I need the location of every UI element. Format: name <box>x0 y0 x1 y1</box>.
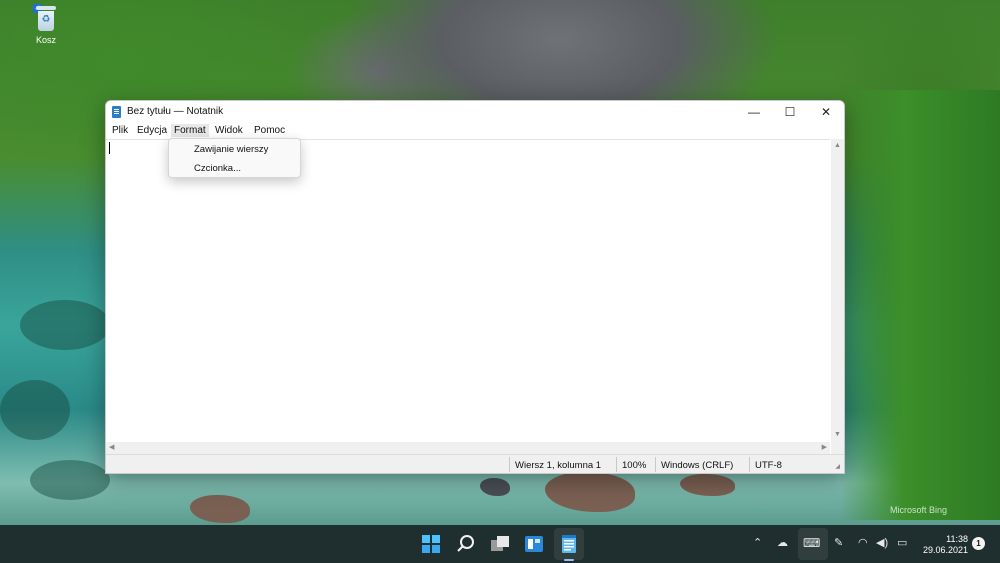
close-button[interactable]: ✕ <box>808 101 844 123</box>
onedrive-icon[interactable]: ☁ <box>777 537 788 549</box>
scroll-up-arrow-icon[interactable]: ▲ <box>834 142 841 150</box>
status-line-endings: Windows (CRLF) <box>661 460 734 471</box>
horizontal-scrollbar[interactable]: ◀ ▶ <box>106 442 830 454</box>
search-icon[interactable] <box>456 534 476 554</box>
notification-badge[interactable]: 1 <box>972 537 985 550</box>
task-view-icon[interactable] <box>490 534 510 554</box>
chevron-up-icon[interactable]: ⌃ <box>753 537 762 549</box>
wallpaper-rock <box>545 472 635 512</box>
menu-widok[interactable]: Widok <box>212 124 246 137</box>
wallpaper-reef <box>20 300 110 350</box>
active-app-indicator <box>564 559 574 561</box>
wallpaper-rock <box>480 478 510 496</box>
status-cursor-position: Wiersz 1, kolumna 1 <box>515 460 602 471</box>
scrollbar-corner <box>831 442 844 454</box>
status-separator <box>616 457 617 472</box>
clock-time: 11:38 <box>946 534 968 544</box>
notepad-icon[interactable] <box>559 534 579 554</box>
desktop-icon-label: Kosz <box>35 35 56 45</box>
volume-icon[interactable]: ◀) <box>876 537 888 549</box>
title-bar[interactable]: Bez tytułu — Notatnik — ☐ ✕ <box>106 101 844 123</box>
status-separator <box>655 457 656 472</box>
vertical-scrollbar[interactable]: ▲ ▼ <box>831 139 844 442</box>
wallpaper-reef <box>0 380 70 440</box>
status-zoom: 100% <box>622 460 647 471</box>
menu-format[interactable]: Format <box>171 124 209 137</box>
status-separator <box>749 457 750 472</box>
scroll-left-arrow-icon[interactable]: ◀ <box>109 444 114 452</box>
keyboard-icon[interactable]: ⌨ <box>803 537 820 549</box>
wallpaper-rock <box>190 495 250 523</box>
status-separator <box>509 457 510 472</box>
menu-item-word-wrap[interactable]: Zawijanie wierszy <box>194 144 268 155</box>
clock-date: 29.06.2021 <box>922 545 968 555</box>
wallpaper-reef <box>30 460 110 500</box>
clock[interactable]: 11:38 29.06.2021 <box>922 534 968 556</box>
menu-plik[interactable]: Plik <box>109 124 131 137</box>
text-editor[interactable] <box>106 139 830 443</box>
menu-edycja[interactable]: Edycja <box>134 124 170 137</box>
notepad-app-icon <box>112 106 121 118</box>
pen-icon[interactable]: ✎ <box>834 537 843 549</box>
wallpaper-rock <box>680 474 735 496</box>
menu-pomoc[interactable]: Pomoc <box>251 124 288 137</box>
format-dropdown-menu: Zawijanie wierszy Czcionka... <box>168 138 301 178</box>
text-caret <box>109 142 110 154</box>
start-icon[interactable] <box>421 534 441 554</box>
resize-grip-icon[interactable]: ◢ <box>835 463 840 471</box>
desktop-icon-recycle-bin[interactable]: ✓ ♻ Kosz <box>26 4 66 45</box>
status-encoding: UTF-8 <box>755 460 782 471</box>
maximize-button[interactable]: ☐ <box>772 101 808 123</box>
minimize-button[interactable]: — <box>736 101 772 123</box>
window-title: Bez tytułu — Notatnik <box>127 106 224 117</box>
scroll-right-arrow-icon[interactable]: ▶ <box>822 444 827 452</box>
scroll-down-arrow-icon[interactable]: ▼ <box>834 431 841 439</box>
recycle-bin-icon: ✓ ♻ <box>33 4 59 32</box>
battery-icon[interactable]: ▭ <box>897 537 907 549</box>
taskbar: ⌃ ☁ ⌨ ✎ ◠ ◀) ▭ 11:38 29.06.2021 1 <box>0 525 1000 563</box>
status-bar: Wiersz 1, kolumna 1 100% Windows (CRLF) … <box>106 454 844 473</box>
wifi-icon[interactable]: ◠ <box>858 537 868 549</box>
menu-item-font[interactable]: Czcionka... <box>194 163 241 174</box>
menu-bar: Plik Edycja Format Widok Pomoc <box>106 123 844 138</box>
bing-watermark: Microsoft Bing <box>890 505 948 515</box>
widgets-icon[interactable] <box>524 534 544 554</box>
wallpaper-jungle <box>840 90 1000 520</box>
